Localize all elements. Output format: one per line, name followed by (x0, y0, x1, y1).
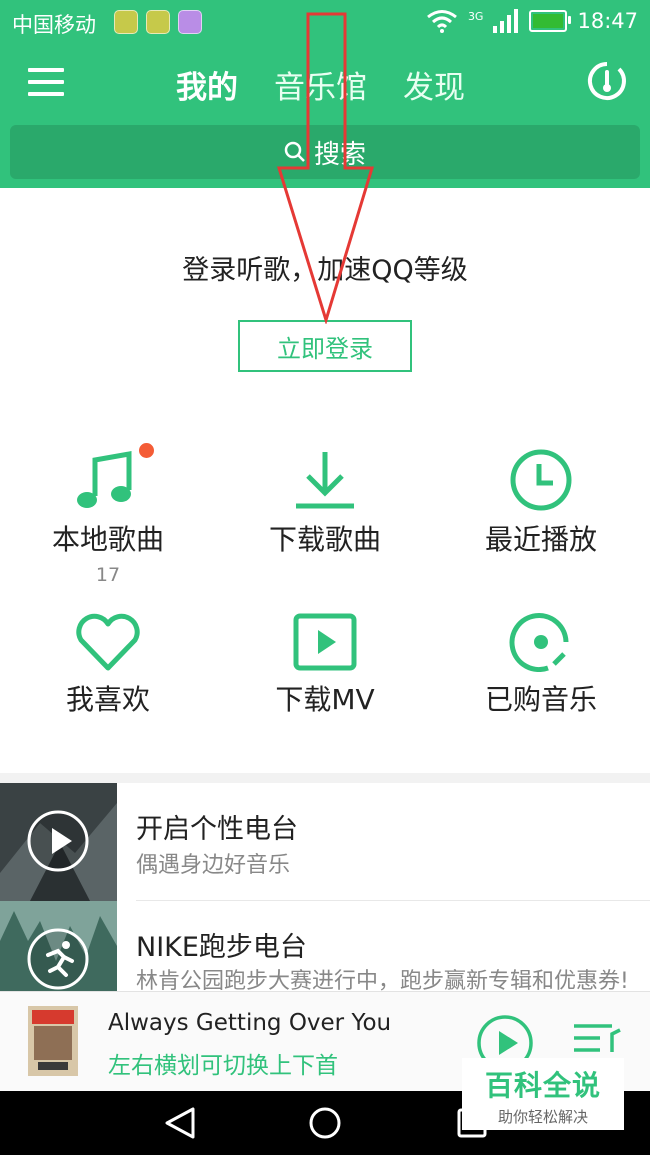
music-recognition-icon[interactable] (586, 60, 628, 106)
new-badge-dot (139, 443, 154, 458)
grid-item-purchased-music[interactable]: 已购音乐 (433, 612, 649, 718)
radio-title: NIKE跑步电台 (136, 932, 307, 963)
radio-subtitle: 林肯公园跑步大赛进行中，跑步赢新专辑和优惠券! (136, 969, 629, 991)
radio-title: 开启个性电台 (136, 814, 298, 845)
purchased-disc-icon (509, 613, 569, 672)
grid-item-label: 下载歌曲 (268, 523, 381, 556)
swipe-hint: 左右横划可切换上下首 (108, 1053, 338, 1079)
radio-nike-running[interactable]: NIKE跑步电台 林肯公园跑步大赛进行中，跑步赢新专辑和优惠券! (0, 901, 650, 991)
clock-time: 18:47 (577, 9, 638, 33)
section-divider (0, 773, 650, 783)
grid-item-label: 已购音乐 (484, 683, 597, 716)
radio-thumbnail (0, 901, 117, 991)
app-notification-icon (114, 10, 138, 34)
clock-icon (510, 449, 572, 511)
download-icon (296, 452, 354, 509)
home-icon[interactable] (308, 1105, 342, 1141)
carrier-label: 中国移动 (12, 13, 96, 37)
grid-item-label: 最近播放 (484, 523, 597, 556)
radio-personal[interactable]: 开启个性电台 偶遇身边好音乐 (0, 783, 650, 901)
grid-item-label: 本地歌曲 (51, 523, 164, 556)
now-playing-title: Always Getting Over You (108, 1010, 392, 1036)
app-notification-icon (146, 10, 170, 34)
network-type-label: 3G (467, 9, 484, 23)
radio-subtitle: 偶遇身边好音乐 (136, 853, 291, 878)
grid-item-label: 下载MV (275, 683, 375, 716)
gallery-notification-icon (178, 10, 202, 34)
wifi-icon (427, 10, 457, 33)
battery-icon (529, 10, 572, 32)
heart-icon (76, 613, 140, 671)
playlist-icon[interactable] (572, 1020, 622, 1060)
music-note-icon (77, 451, 132, 508)
grid-item-label: 我喜欢 (65, 683, 150, 716)
radio-thumbnail (0, 783, 117, 901)
grid-item-favorites[interactable]: 我喜欢 (0, 612, 216, 718)
video-play-icon (293, 613, 357, 671)
grid-item-downloaded-mv[interactable]: 下载MV (217, 612, 433, 718)
watermark: 百科全说 助你轻松解决 (462, 1058, 624, 1130)
login-button[interactable]: 立即登录 (238, 320, 412, 372)
grid-item-local-songs[interactable]: 本地歌曲 17 (0, 448, 216, 586)
watermark-subtitle: 助你轻松解决 (497, 1108, 588, 1126)
tab-mine[interactable]: 我的 (176, 62, 238, 107)
grid-item-downloaded-songs[interactable]: 下载歌曲 (217, 448, 433, 558)
album-cover (28, 1006, 78, 1076)
local-song-count: 17 (95, 564, 121, 586)
signal-icon (493, 9, 519, 33)
back-icon[interactable] (163, 1105, 197, 1141)
menu-icon[interactable] (28, 68, 64, 98)
tab-discover[interactable]: 发现 (403, 62, 465, 107)
grid-item-recent-plays[interactable]: 最近播放 (433, 448, 649, 558)
watermark-title: 百科全说 (484, 1069, 601, 1102)
annotation-arrow (276, 12, 375, 324)
